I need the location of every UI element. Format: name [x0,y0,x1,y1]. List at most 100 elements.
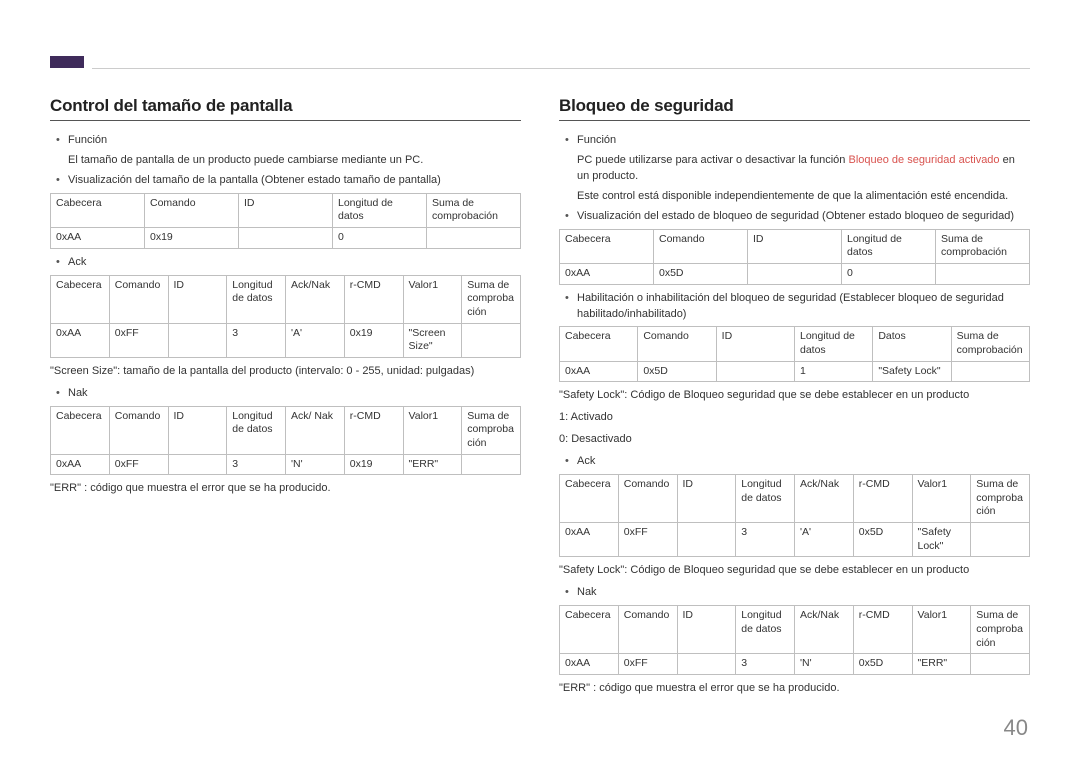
td: 3 [736,523,795,557]
th: ID [168,275,227,323]
bullet-funcion-right: Función [559,133,1030,149]
td: "Safety Lock" [912,523,971,557]
td: 0xAA [560,263,654,284]
td: "ERR" [912,654,971,675]
th: Ack/ Nak [286,406,345,454]
td [951,361,1029,382]
td: 0x19 [344,454,403,475]
th: Comando [109,406,168,454]
td: 0x19 [145,228,239,249]
td: 0x5D [638,361,716,382]
caption-safety-lock-code-1: "Safety Lock": Código de Bloqueo segurid… [559,388,1030,404]
td [427,228,521,249]
td: 0xAA [51,228,145,249]
th: ID [716,327,794,361]
td: 0 [842,263,936,284]
td: 3 [227,323,286,357]
td: 'A' [795,523,854,557]
th: Longitud de datos [842,229,936,263]
th: Suma de comprobación [971,475,1030,523]
text: PC puede utilizarse para activar o desac… [577,154,848,166]
th: Cabecera [51,193,145,227]
highlight-safety-lock-on: Bloqueo de seguridad activado [848,154,999,166]
table-screen-size-nak: Cabecera Comando ID Longitud de datos Ac… [50,406,521,476]
th: Cabecera [560,475,619,523]
th: r-CMD [344,275,403,323]
td [239,228,333,249]
td: 'A' [286,323,345,357]
th: Longitud de datos [794,327,872,361]
th: r-CMD [344,406,403,454]
td: 0xAA [560,361,638,382]
td: 0x19 [344,323,403,357]
th: Suma de comprobación [462,406,521,454]
header-rule [92,68,1030,69]
td: 0xAA [560,654,619,675]
td [677,654,736,675]
funcion-text-left: El tamaño de pantalla de un producto pue… [50,153,521,169]
code-deactivated: 0: Desactivado [559,432,1030,448]
td: 0xAA [560,523,619,557]
th: Comando [638,327,716,361]
th: Suma de comprobación [951,327,1029,361]
th: r-CMD [853,606,912,654]
heading-screen-size: Control del tamaño de pantalla [50,96,521,121]
th: Suma de comprobación [971,606,1030,654]
th: ID [677,475,736,523]
td: 3 [736,654,795,675]
td: 0xAA [51,323,110,357]
bullet-funcion-left: Función [50,133,521,149]
page-number: 40 [1004,715,1028,741]
table-safety-lock-set: Cabecera Comando ID Longitud de datos Da… [559,326,1030,382]
td [748,263,842,284]
table-safety-lock-get: Cabecera Comando ID Longitud de datos Su… [559,229,1030,285]
th: ID [168,406,227,454]
th: ID [239,193,333,227]
th: Comando [618,606,677,654]
td: 0x5D [654,263,748,284]
caption-err-left: "ERR" : código que muestra el error que … [50,481,521,497]
th: Valor1 [912,606,971,654]
td: "Screen Size" [403,323,462,357]
td [971,654,1030,675]
th: r-CMD [853,475,912,523]
th: Suma de comprobación [427,193,521,227]
table-screen-size-get: Cabecera Comando ID Longitud de datos Su… [50,193,521,249]
funcion-text-right-line1: PC puede utilizarse para activar o desac… [559,153,1030,185]
code-activated: 1: Activado [559,410,1030,426]
caption-err-right: "ERR" : código que muestra el error que … [559,681,1030,697]
th: Cabecera [51,275,110,323]
th: Ack/Nak [286,275,345,323]
th: Longitud de datos [227,406,286,454]
bullet-nak-right: Nak [559,585,1030,601]
td: 1 [794,361,872,382]
th: Comando [654,229,748,263]
th: Comando [618,475,677,523]
th: Cabecera [560,229,654,263]
td [971,523,1030,557]
bullet-set-safety-lock: Habilitación o inhabilitación del bloque… [559,291,1030,323]
funcion-text-right-line2: Este control está disponible independien… [559,189,1030,205]
heading-safety-lock: Bloqueo de seguridad [559,96,1030,121]
td [168,323,227,357]
table-safety-lock-ack: Cabecera Comando ID Longitud de datos Ac… [559,474,1030,557]
td: 0xFF [109,323,168,357]
td: "Safety Lock" [873,361,951,382]
th: ID [748,229,842,263]
th: Valor1 [912,475,971,523]
td: 0xAA [51,454,110,475]
bullet-vis-safety-lock: Visualización del estado de bloqueo de s… [559,209,1030,225]
table-safety-lock-nak: Cabecera Comando ID Longitud de datos Ac… [559,605,1030,675]
td: 0x5D [853,523,912,557]
td: 0xFF [109,454,168,475]
th: Longitud de datos [736,606,795,654]
td [936,263,1030,284]
td: 3 [227,454,286,475]
th: Ack/Nak [795,606,854,654]
bullet-vis-screen-size: Visualización del tamaño de la pantalla … [50,173,521,189]
td: 0 [333,228,427,249]
th: Cabecera [560,327,638,361]
table-screen-size-ack: Cabecera Comando ID Longitud de datos Ac… [50,275,521,358]
td: "ERR" [403,454,462,475]
caption-safety-lock-code-2: "Safety Lock": Código de Bloqueo segurid… [559,563,1030,579]
